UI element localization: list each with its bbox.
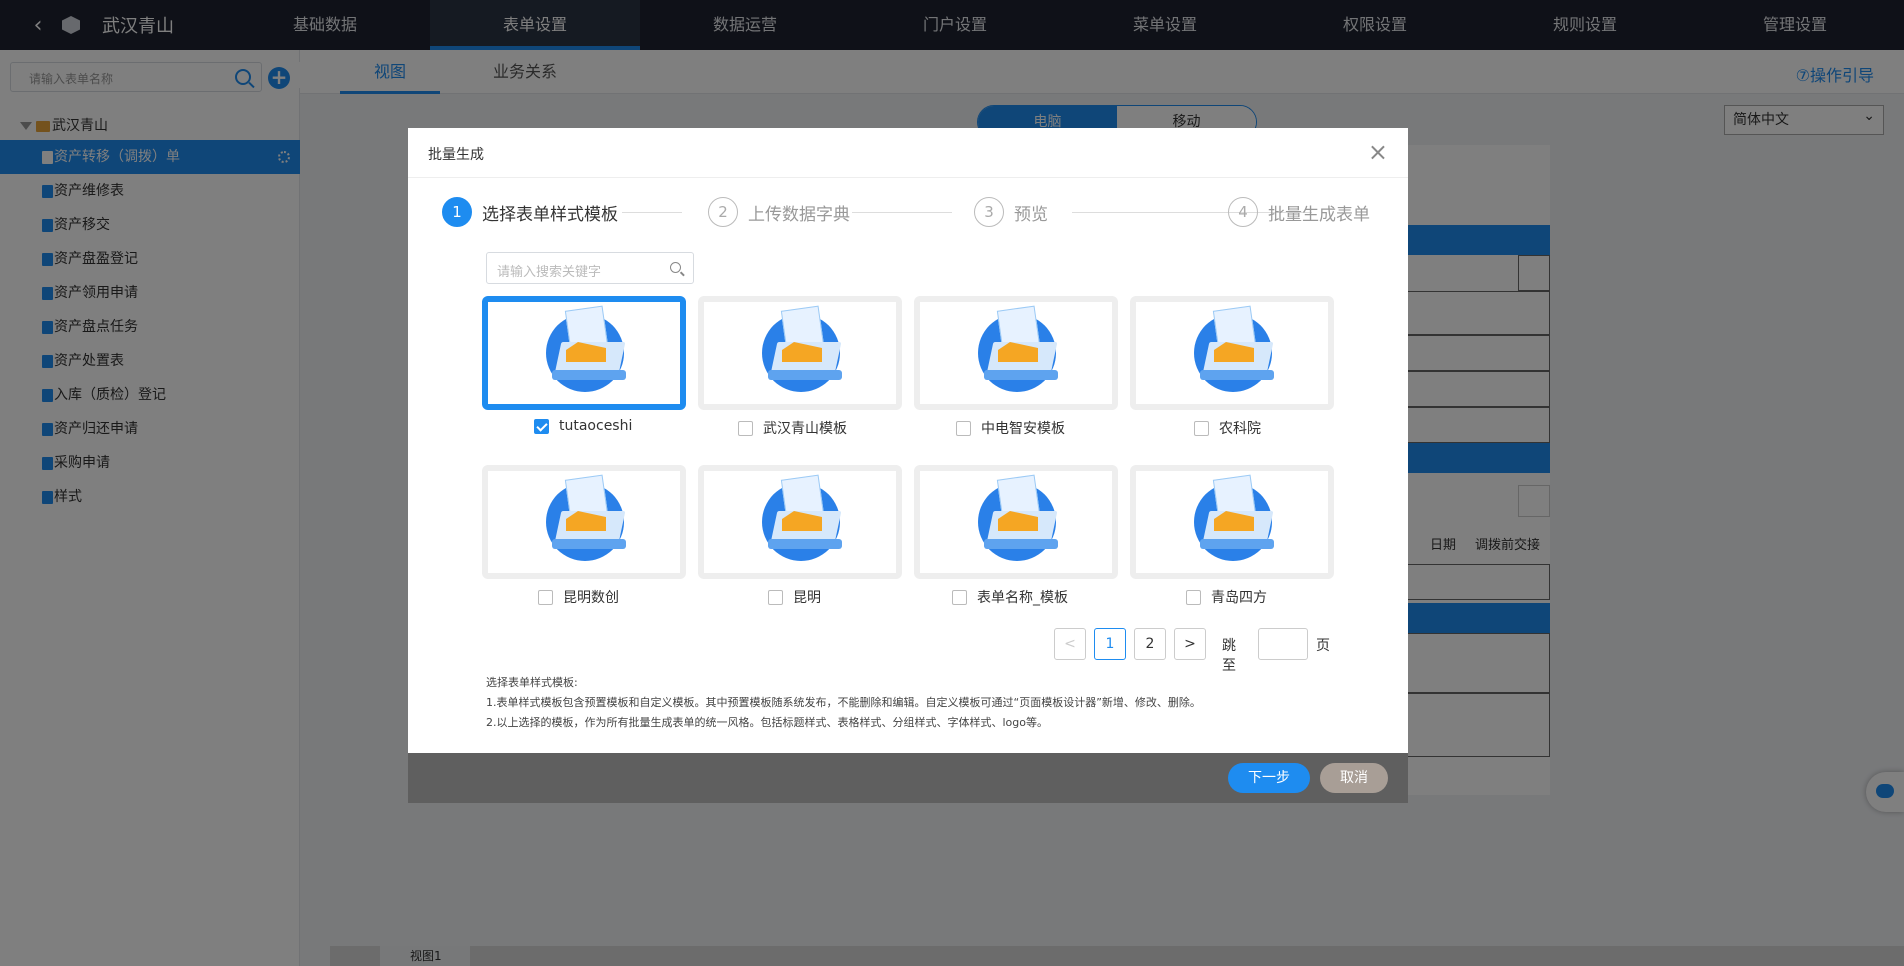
template-thumbnail (704, 471, 896, 573)
template-thumbnail (920, 302, 1112, 404)
notes-line: 2.以上选择的模板，作为所有批量生成表单的统一风格。包括标题样式、表格样式、分组… (486, 716, 1048, 729)
template-option[interactable]: 青岛四方 (1186, 587, 1267, 607)
dialog-title: 批量生成 (428, 147, 484, 163)
template-checkbox[interactable] (952, 589, 967, 605)
template-card[interactable] (698, 296, 902, 410)
template-card[interactable] (698, 465, 902, 579)
template-thumbnail (1136, 302, 1328, 404)
step-4: 4 批量生成表单 (1228, 197, 1370, 227)
dialog-header: 批量生成 × (408, 128, 1408, 178)
notes-title: 选择表单样式模板: (486, 676, 578, 689)
step-number: 4 (1228, 197, 1258, 227)
template-checkbox[interactable] (956, 420, 971, 436)
template-card[interactable] (1130, 465, 1334, 579)
template-option[interactable]: tutaoceshi (534, 418, 632, 434)
wizard-steps: 1 选择表单样式模板 2 上传数据字典 3 预览 4 批量生成表单 (442, 197, 1382, 229)
template-checkbox[interactable] (768, 589, 783, 605)
template-name: 表单名称_模板 (977, 590, 1068, 606)
template-option[interactable]: 武汉青山模板 (738, 418, 847, 438)
step-number: 3 (974, 197, 1004, 227)
template-option[interactable]: 昆明 (768, 587, 821, 607)
step-3: 3 预览 (974, 197, 1048, 227)
template-search-placeholder: 请输入搜索关键字 (497, 265, 602, 280)
template-name: 青岛四方 (1211, 590, 1267, 606)
template-card[interactable] (914, 296, 1118, 410)
step-connector (622, 212, 682, 213)
template-checkbox[interactable] (1186, 589, 1201, 605)
page-button-2[interactable]: 2 (1134, 628, 1166, 660)
template-checkbox[interactable] (538, 589, 553, 605)
template-search-input[interactable]: 请输入搜索关键字 (486, 252, 694, 284)
template-checkbox[interactable] (534, 418, 549, 434)
template-name: 农科院 (1219, 421, 1261, 437)
jump-page-input[interactable] (1258, 628, 1308, 660)
template-notes: 选择表单样式模板: 1.表单样式模板包含预置模板和自定义模板。其中预置模板随系统… (486, 673, 1201, 733)
template-card[interactable] (914, 465, 1118, 579)
step-label: 预览 (1014, 204, 1048, 225)
template-option[interactable]: 中电智安模板 (956, 418, 1065, 438)
template-checkbox[interactable] (1194, 420, 1209, 436)
template-thumbnail (704, 302, 896, 404)
template-card[interactable] (482, 465, 686, 579)
template-name: 中电智安模板 (981, 421, 1065, 437)
template-thumbnail (488, 302, 680, 404)
step-label: 批量生成表单 (1268, 204, 1370, 225)
close-icon[interactable]: × (1368, 138, 1388, 166)
batch-generate-dialog: 批量生成 × 1 选择表单样式模板 2 上传数据字典 3 预览 4 批量生成表单… (408, 128, 1408, 803)
template-option[interactable]: 农科院 (1194, 418, 1261, 438)
step-number: 2 (708, 197, 738, 227)
next-page-button[interactable]: > (1174, 628, 1206, 660)
template-name: 昆明 (793, 590, 821, 606)
template-card[interactable] (482, 296, 686, 410)
step-label: 上传数据字典 (748, 204, 850, 225)
template-option[interactable]: 昆明数创 (538, 587, 619, 607)
template-thumbnail (1136, 471, 1328, 573)
template-name: 昆明数创 (563, 590, 619, 606)
page-button-1[interactable]: 1 (1094, 628, 1126, 660)
template-checkbox[interactable] (738, 420, 753, 436)
prev-page-button[interactable]: < (1054, 628, 1086, 660)
search-icon[interactable] (670, 262, 681, 273)
template-option[interactable]: 表单名称_模板 (952, 587, 1068, 607)
jump-label: 跳至 (1222, 638, 1236, 674)
page-unit-label: 页 (1316, 638, 1330, 654)
step-number: 1 (442, 197, 472, 227)
cancel-button[interactable]: 取消 (1320, 763, 1388, 793)
dialog-footer: 下一步 取消 (408, 753, 1408, 803)
step-2: 2 上传数据字典 (708, 197, 850, 227)
template-thumbnail (488, 471, 680, 573)
template-card[interactable] (1130, 296, 1334, 410)
next-step-button[interactable]: 下一步 (1228, 763, 1310, 793)
notes-line: 1.表单样式模板包含预置模板和自定义模板。其中预置模板随系统发布，不能删除和编辑… (486, 696, 1201, 709)
template-name: 武汉青山模板 (763, 421, 847, 437)
step-connector (852, 212, 952, 213)
template-thumbnail (920, 471, 1112, 573)
step-1: 1 选择表单样式模板 (442, 197, 618, 227)
template-name: tutaoceshi (559, 418, 633, 434)
step-label: 选择表单样式模板 (482, 204, 618, 225)
